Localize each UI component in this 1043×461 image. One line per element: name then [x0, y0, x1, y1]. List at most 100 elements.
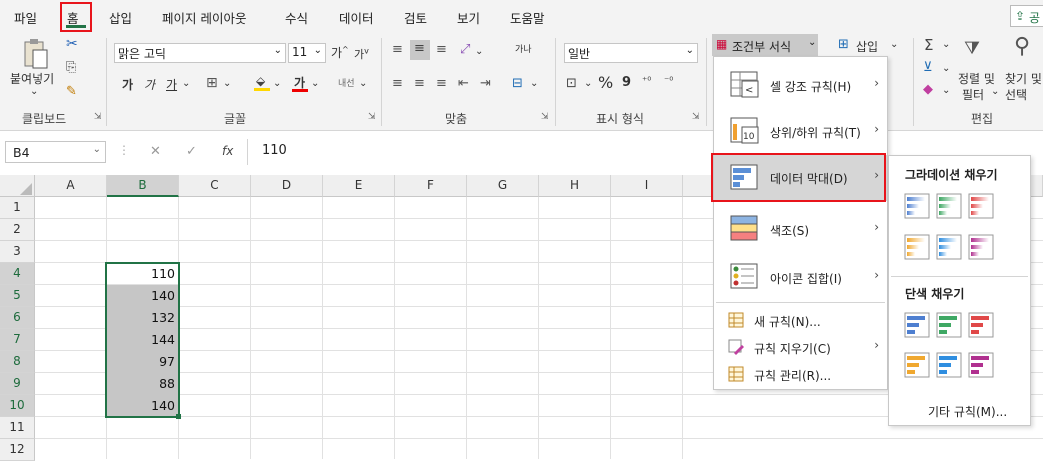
solid-blue-databar-icon[interactable] [904, 312, 930, 338]
column-header[interactable]: E [323, 175, 395, 197]
solid-lightblue-databar-icon[interactable] [936, 352, 962, 378]
increase-indent-icon[interactable]: ⇥ [480, 76, 491, 91]
align-bottom-icon[interactable]: ≡ [436, 42, 447, 57]
more-rules-link[interactable]: 기타 규칙(M)... [928, 403, 1007, 420]
menu-item-manage-rules[interactable]: 규칙 관리(R)... [714, 362, 887, 386]
phonetic-button[interactable]: 내선 [338, 76, 355, 89]
gradient-green-databar-icon[interactable] [936, 193, 962, 219]
tab-formulas[interactable]: 수식 [285, 8, 308, 27]
cell-b10[interactable]: 140 [107, 395, 179, 417]
row-header[interactable]: 1 [0, 197, 35, 219]
solid-orange-databar-icon[interactable] [904, 352, 930, 378]
cell-b6[interactable]: 132 [107, 307, 179, 329]
align-center-icon[interactable]: ≡ [414, 76, 425, 91]
increase-decimal-icon[interactable]: ⁺⁰ [642, 76, 651, 87]
paste-dropdown-icon[interactable]: ⌄ [30, 86, 38, 97]
align-top-icon[interactable]: ≡ [392, 42, 403, 57]
format-painter-icon[interactable]: ✎ [66, 84, 77, 99]
select-all-corner[interactable] [0, 175, 35, 197]
insert-function-icon[interactable]: fx [222, 144, 233, 158]
insert-cells-button[interactable]: 삽입 [856, 38, 878, 55]
percent-button[interactable]: % [598, 73, 613, 92]
chevron-down-icon[interactable]: ⌄ [273, 78, 281, 89]
solid-red-databar-icon[interactable] [968, 312, 994, 338]
sort-filter-icon[interactable]: ⧩ [964, 38, 980, 59]
chevron-down-icon[interactable]: ⌄ [475, 46, 483, 57]
row-header[interactable]: 6 [0, 307, 35, 329]
gradient-orange-databar-icon[interactable] [904, 234, 930, 260]
font-color-icon[interactable]: 가 [292, 74, 308, 92]
align-middle-icon[interactable]: ≡ [410, 40, 430, 60]
solid-green-databar-icon[interactable] [936, 312, 962, 338]
chevron-down-icon[interactable]: ⌄ [890, 39, 898, 50]
number-format-combo[interactable]: 일반 ⌄ [564, 43, 698, 63]
bold-button[interactable]: 가 [122, 76, 133, 93]
chevron-down-icon[interactable]: ⌄ [942, 85, 950, 96]
gradient-lightblue-databar-icon[interactable] [936, 234, 962, 260]
chevron-down-icon[interactable]: ⌄ [223, 78, 231, 89]
merge-center-icon[interactable]: ⊟ [512, 76, 523, 91]
chevron-down-icon[interactable]: ⌄ [942, 63, 950, 74]
row-header[interactable]: 11 [0, 417, 35, 439]
underline-button[interactable]: 가 [166, 76, 177, 93]
find-select-icon[interactable]: ⚲ [1014, 34, 1030, 59]
chevron-down-icon[interactable]: ⌄ [942, 39, 950, 50]
orientation-icon[interactable]: ⤢ [460, 42, 470, 57]
chevron-down-icon[interactable]: ⌄ [311, 78, 319, 89]
chevron-down-icon[interactable]: ⌄ [530, 78, 538, 89]
row-header[interactable]: 8 [0, 351, 35, 373]
chevron-down-icon[interactable]: ⌄ [359, 78, 367, 89]
decrease-indent-icon[interactable]: ⇤ [458, 76, 469, 91]
cell-b7[interactable]: 144 [107, 329, 179, 351]
tab-file[interactable]: 파일 [14, 8, 37, 27]
row-header[interactable]: 9 [0, 373, 35, 395]
gradient-purple-databar-icon[interactable] [968, 234, 994, 260]
row-header[interactable]: 7 [0, 329, 35, 351]
cell-b8[interactable]: 97 [107, 351, 179, 373]
gradient-blue-databar-icon[interactable] [904, 193, 930, 219]
shrink-font-button[interactable]: 가v [354, 46, 369, 62]
solid-purple-databar-icon[interactable] [968, 352, 994, 378]
font-size-combo[interactable]: 11 ⌄ [288, 43, 326, 63]
row-header[interactable]: 4 [0, 263, 35, 285]
clear-icon[interactable]: ◆ [923, 82, 933, 97]
cut-icon[interactable]: ✂ [66, 36, 78, 52]
column-header[interactable]: F [395, 175, 467, 197]
tab-page-layout[interactable]: 페이지 레이아웃 [162, 8, 246, 27]
paste-icon[interactable] [22, 38, 50, 70]
menu-item-new-rule[interactable]: 새 규칙(N)... [714, 308, 887, 332]
sort-filter-label[interactable]: 정렬 및 [958, 70, 995, 87]
select-label[interactable]: 선택 [1005, 86, 1027, 103]
italic-button[interactable]: 가 [144, 76, 155, 93]
cancel-icon[interactable]: ✕ [150, 144, 161, 159]
column-header[interactable]: A [35, 175, 107, 197]
filter-label[interactable]: 필터 [962, 86, 984, 103]
paste-button[interactable]: 붙여넣기 [10, 70, 54, 87]
row-header[interactable]: 10 [0, 395, 35, 417]
autosum-icon[interactable]: Σ [924, 36, 933, 54]
tab-data[interactable]: 데이터 [339, 8, 374, 27]
name-box[interactable]: B4 ⌄ [5, 141, 106, 163]
font-launcher-icon[interactable]: ⇲ [368, 112, 376, 122]
accounting-icon[interactable]: ⊡ [566, 76, 577, 91]
find-select-label[interactable]: 찾기 및 [1005, 70, 1042, 87]
menu-item-icon-sets[interactable]: 아이콘 집합(I) › [714, 255, 887, 301]
row-header[interactable]: 3 [0, 241, 35, 263]
fill-icon[interactable]: ⊻ [923, 60, 933, 75]
column-header[interactable]: G [467, 175, 539, 197]
chevron-down-icon[interactable]: ⌄ [182, 78, 190, 89]
column-header[interactable]: I [611, 175, 683, 197]
menu-item-highlight-cells[interactable]: < 셀 강조 규칙(H) › [714, 63, 887, 109]
decrease-decimal-icon[interactable]: ⁻⁰ [664, 76, 673, 87]
cell-b5[interactable]: 140 [107, 285, 179, 307]
tab-review[interactable]: 검토 [404, 8, 427, 27]
gradient-red-databar-icon[interactable] [968, 193, 994, 219]
tab-help[interactable]: 도움말 [510, 8, 545, 27]
number-launcher-icon[interactable]: ⇲ [692, 112, 700, 122]
font-name-combo[interactable]: 맑은 고딕 ⌄ [114, 43, 286, 63]
align-left-icon[interactable]: ≡ [392, 76, 403, 91]
column-header[interactable]: B [107, 175, 179, 197]
tab-view[interactable]: 보기 [457, 8, 480, 27]
grow-font-button[interactable]: 가^ [331, 44, 349, 61]
row-header[interactable]: 2 [0, 219, 35, 241]
